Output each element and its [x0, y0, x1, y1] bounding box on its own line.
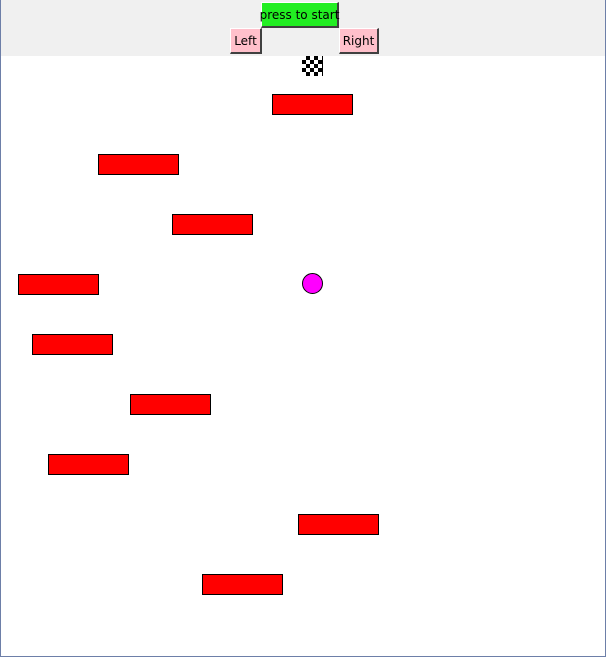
control-bar: press to start Left Right	[1, 0, 605, 56]
platform	[48, 454, 129, 475]
platform	[172, 214, 253, 235]
platform	[32, 334, 113, 355]
start-button[interactable]: press to start	[260, 2, 339, 28]
platform	[130, 394, 211, 415]
platform	[298, 514, 379, 535]
left-button[interactable]: Left	[230, 28, 262, 54]
platform	[98, 154, 179, 175]
platform	[18, 274, 99, 295]
platform	[202, 574, 283, 595]
checkered-flag-icon	[302, 56, 323, 76]
game-window: press to start Left Right	[0, 0, 606, 657]
platform	[272, 94, 353, 115]
right-button[interactable]: Right	[339, 28, 379, 54]
game-canvas	[1, 56, 605, 656]
player-ball	[302, 273, 323, 294]
